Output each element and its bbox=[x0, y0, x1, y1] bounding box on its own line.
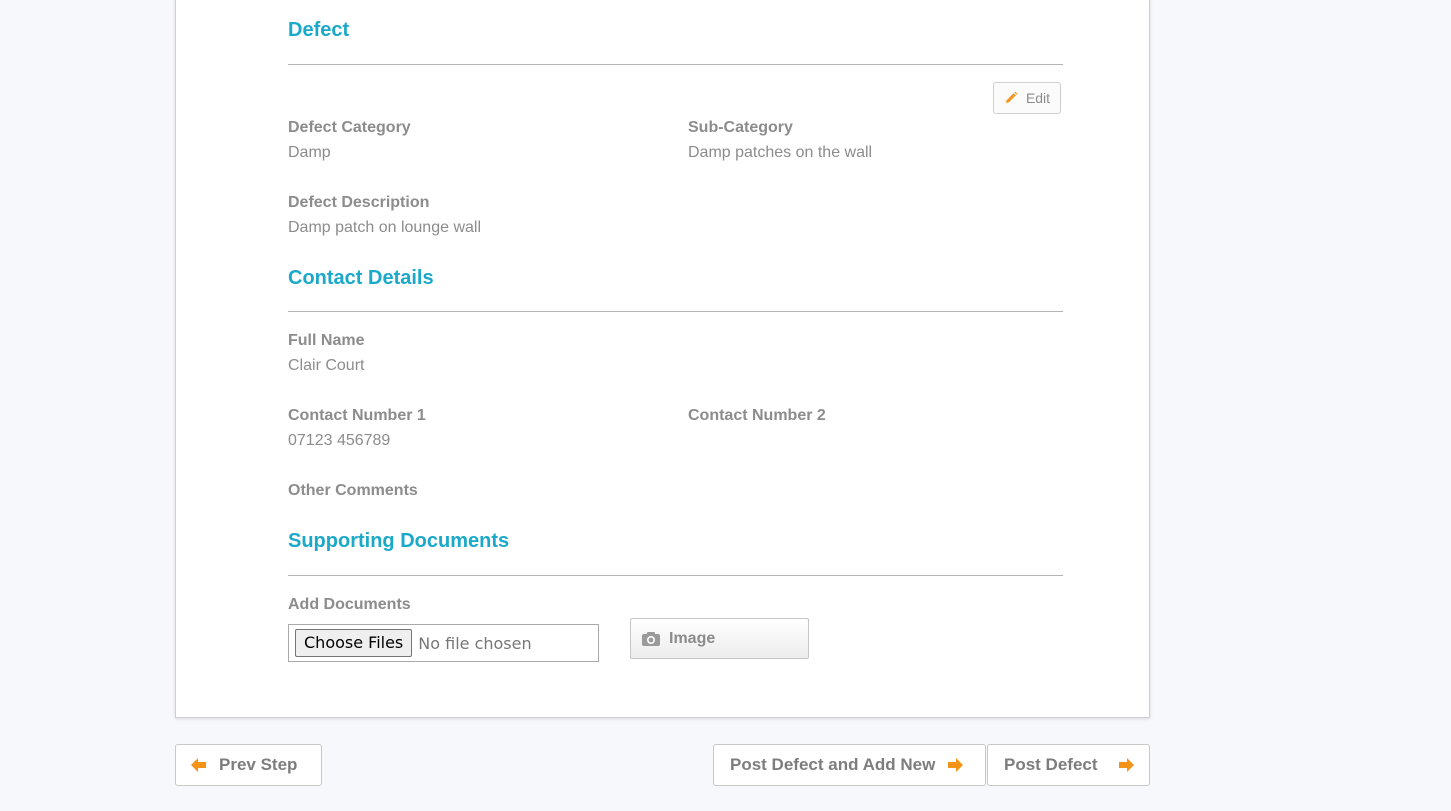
pencil-icon bbox=[1005, 91, 1018, 103]
choose-files-button[interactable]: Choose Files bbox=[295, 629, 413, 657]
review-card: Defect Edit Defect Category Damp Sub-Cat… bbox=[175, 0, 1150, 718]
documents-divider bbox=[288, 575, 1063, 576]
post-defect-add-new-button[interactable]: Post Defect and Add New bbox=[713, 744, 986, 786]
contact-divider bbox=[288, 311, 1063, 312]
edit-button[interactable]: Edit bbox=[993, 82, 1061, 114]
review-content: Defect Edit Defect Category Damp Sub-Cat… bbox=[288, 0, 1063, 717]
defect-category-value: Damp bbox=[288, 144, 331, 161]
defect-section-title: Defect bbox=[288, 19, 350, 41]
file-input[interactable]: Choose Files No file chosen bbox=[288, 624, 599, 662]
arrow-left-icon bbox=[191, 758, 206, 772]
defect-description-label: Defect Description bbox=[288, 194, 430, 211]
subcategory-label: Sub-Category bbox=[688, 119, 793, 136]
post-defect-button[interactable]: Post Defect bbox=[987, 744, 1150, 786]
prev-step-button[interactable]: Prev Step bbox=[175, 744, 322, 786]
post-defect-label: Post Defect bbox=[1004, 755, 1098, 774]
image-button-label: Image bbox=[669, 629, 716, 647]
contact-number-1-value: 07123 456789 bbox=[288, 432, 391, 449]
no-file-chosen-text: No file chosen bbox=[418, 633, 532, 653]
contact-section-title: Contact Details bbox=[288, 267, 434, 289]
arrow-right-icon bbox=[948, 758, 964, 772]
defect-category-label: Defect Category bbox=[288, 119, 411, 136]
contact-number-1-label: Contact Number 1 bbox=[288, 407, 426, 424]
camera-icon bbox=[642, 631, 660, 646]
arrow-right-icon bbox=[1118, 758, 1134, 772]
contact-number-2-label: Contact Number 2 bbox=[688, 407, 826, 424]
defect-divider bbox=[288, 64, 1063, 65]
post-defect-add-new-label: Post Defect and Add New bbox=[730, 755, 936, 774]
defect-description-value: Damp patch on lounge wall bbox=[288, 219, 482, 236]
documents-section-title: Supporting Documents bbox=[288, 530, 510, 552]
subcategory-value: Damp patches on the wall bbox=[688, 144, 873, 161]
full-name-label: Full Name bbox=[288, 332, 365, 349]
other-comments-label: Other Comments bbox=[288, 482, 418, 499]
full-name-value: Clair Court bbox=[288, 357, 365, 374]
add-documents-label: Add Documents bbox=[288, 596, 411, 613]
image-button[interactable]: Image bbox=[630, 618, 809, 659]
edit-button-label: Edit bbox=[1025, 90, 1051, 106]
prev-step-label: Prev Step bbox=[219, 755, 298, 774]
